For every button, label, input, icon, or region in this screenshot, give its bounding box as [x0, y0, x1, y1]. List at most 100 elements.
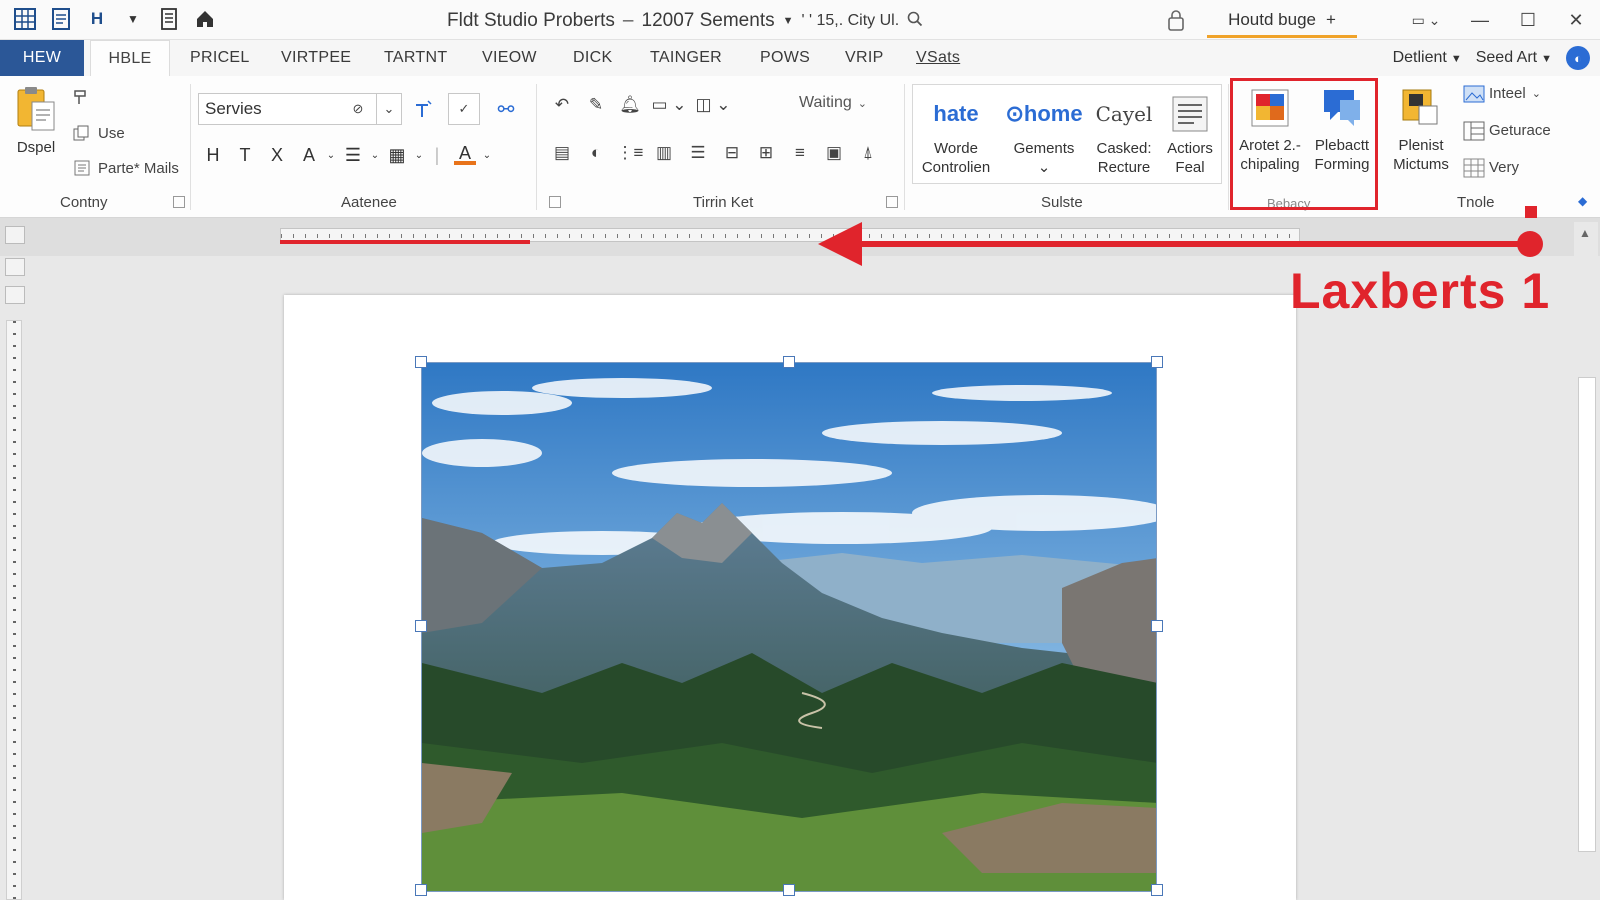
tab-home[interactable]: HBLE	[90, 40, 170, 76]
mountain-landscape-image[interactable]	[421, 362, 1157, 892]
folder-icon[interactable]: ▭ ⌄	[647, 90, 691, 120]
view-toggle-icon[interactable]	[5, 226, 25, 244]
tab-tainger[interactable]: TAINGER	[650, 40, 722, 76]
style-gements[interactable]: ⊙ home Gements ⌄	[1001, 89, 1087, 177]
minimize-icon[interactable]: —	[1456, 6, 1504, 34]
align-right-icon[interactable]: ≡	[783, 138, 817, 168]
account-label: Detlient	[1392, 49, 1447, 66]
home-icon[interactable]	[192, 6, 218, 32]
scroll-up-icon[interactable]: ▲	[1579, 226, 1591, 240]
inteel-dropdown[interactable]: Inteel ⌄	[1463, 84, 1541, 103]
search-icon[interactable]	[907, 11, 923, 32]
resize-handle-bottom-right[interactable]	[1151, 884, 1163, 896]
line-spacing-icon[interactable]: ⊟	[715, 138, 749, 168]
very-button[interactable]: Very	[1463, 158, 1519, 178]
close-icon[interactable]: ✕	[1552, 6, 1600, 34]
cut-button[interactable]	[72, 88, 92, 106]
save-button[interactable]: H	[84, 6, 110, 32]
account-avatar-icon[interactable]: ◐	[1566, 46, 1590, 70]
bold-button[interactable]: H	[197, 140, 229, 170]
font-color-bar	[454, 161, 476, 165]
tab-pows[interactable]: POWS	[760, 40, 810, 76]
strikethrough-button[interactable]: X	[261, 140, 293, 170]
comment-pane-icon[interactable]	[5, 258, 25, 276]
picture-box-icon[interactable]: ▣	[817, 138, 851, 168]
checkmark-icon[interactable]: ✓	[448, 93, 480, 125]
italic-button[interactable]: T	[229, 140, 261, 170]
resize-handle-bottom-left[interactable]	[415, 884, 427, 896]
align-block-icon[interactable]: ▤	[545, 138, 579, 168]
style-actiors-feal[interactable]: Actiors Feal	[1161, 89, 1219, 177]
font-dropdown-icon[interactable]: ⌄	[376, 93, 402, 125]
resize-handle-top-right[interactable]	[1151, 356, 1163, 368]
chevron-down-icon[interactable]: ⌄	[413, 140, 425, 170]
scrollbar-thumb[interactable]	[1578, 377, 1596, 852]
document-tab[interactable]: Houtd buge +	[1207, 4, 1357, 38]
geturace-button[interactable]: Geturace	[1463, 121, 1551, 141]
document-tab-label: Houtd buge	[1228, 9, 1316, 29]
tab-vrip[interactable]: VRIP	[845, 40, 884, 76]
tab-file[interactable]: HEW	[0, 40, 84, 76]
lock-icon[interactable]	[1166, 8, 1188, 32]
contrast-icon[interactable]: ◐	[579, 138, 613, 168]
align-center-icon[interactable]: ☰	[681, 138, 715, 168]
qat-dropdown-icon[interactable]: ▼	[120, 6, 146, 32]
use-button[interactable]: Use	[72, 124, 125, 142]
link-icon[interactable]: ⚯	[490, 93, 522, 125]
font-size-grow-icon[interactable]	[406, 93, 440, 125]
paste-label: Dspel	[16, 139, 56, 156]
resize-handle-bottom[interactable]	[783, 884, 795, 896]
dialog-launcher-icon[interactable]	[549, 196, 561, 208]
resize-handle-left[interactable]	[415, 620, 427, 632]
chevron-down-icon[interactable]: ⌄	[369, 140, 381, 170]
add-tab-icon[interactable]: +	[1326, 10, 1336, 30]
resize-handle-top[interactable]	[783, 356, 795, 368]
tab-dick[interactable]: DICK	[573, 40, 612, 76]
vertical-ruler[interactable]	[6, 320, 22, 900]
layout-pane-icon[interactable]	[5, 286, 25, 304]
group-label-tools: Tnole	[1457, 194, 1495, 211]
dialog-launcher-icon[interactable]	[886, 196, 898, 208]
doc-subtitle-text[interactable]: 12007 Sements	[642, 10, 775, 32]
chevron-down-icon[interactable]: ⌄	[325, 140, 337, 170]
undo-curve-icon[interactable]: ↶	[545, 90, 579, 120]
style-casked-recture[interactable]: Cayel Casked: Recture	[1091, 89, 1157, 177]
tab-vsats[interactable]: VSats	[916, 40, 960, 76]
table-icon[interactable]: ▦	[381, 140, 413, 170]
account-dropdown[interactable]: Detlient ▼	[1393, 49, 1462, 67]
pen-icon[interactable]: ✎	[579, 90, 613, 120]
maximize-icon[interactable]: ☐	[1504, 6, 1552, 34]
chevron-down-icon[interactable]: ▼	[783, 15, 794, 27]
app-grid-icon[interactable]	[12, 6, 38, 32]
share-dropdown[interactable]: Seed Art ▼	[1476, 49, 1552, 67]
bell-icon[interactable]: 🔔︎	[613, 90, 647, 120]
print-icon[interactable]	[156, 6, 182, 32]
vertical-scrollbar[interactable]: ▲	[1574, 222, 1598, 900]
font-color-button[interactable]: A	[449, 140, 481, 170]
style-worde-controlien[interactable]: hate Worde Controlien	[917, 89, 995, 177]
border-icon[interactable]: ▥	[647, 138, 681, 168]
tab-pricel[interactable]: PRICEL	[190, 40, 250, 76]
resize-handle-right[interactable]	[1151, 620, 1163, 632]
parte-mails-button[interactable]: Parte* Mails	[72, 159, 179, 177]
font-reset-icon[interactable]: ⊘	[346, 93, 370, 125]
shape-icon[interactable]: ◫ ⌄	[691, 90, 735, 120]
tab-tartnt[interactable]: TARTNT	[384, 40, 447, 76]
dialog-launcher-icon[interactable]	[173, 196, 185, 208]
font-size-button[interactable]: A	[293, 140, 325, 170]
plenist-mictums-button[interactable]: Plenist Mictums	[1385, 84, 1457, 174]
chevron-down-icon[interactable]: ⌄	[481, 140, 493, 170]
list-numbered-icon[interactable]: ⋮≡	[613, 138, 647, 168]
resize-handle-top-left[interactable]	[415, 356, 427, 368]
restore-layout-icon[interactable]: ▭ ⌄	[1396, 6, 1456, 34]
sort-icon[interactable]: ⍋	[851, 138, 885, 168]
document-lines-icon	[1170, 89, 1210, 139]
bullets-icon[interactable]: ☰	[337, 140, 369, 170]
collapse-ribbon-icon[interactable]: ◆	[1578, 194, 1587, 208]
paste-button[interactable]: Dspel	[14, 86, 58, 157]
document-icon[interactable]	[48, 6, 74, 32]
waiting-dropdown[interactable]: Waiting ⌄	[799, 94, 867, 112]
tab-virtpee[interactable]: VIRTPEE	[281, 40, 351, 76]
indent-icon[interactable]: ⊞	[749, 138, 783, 168]
tab-vieow[interactable]: VIEOW	[482, 40, 537, 76]
